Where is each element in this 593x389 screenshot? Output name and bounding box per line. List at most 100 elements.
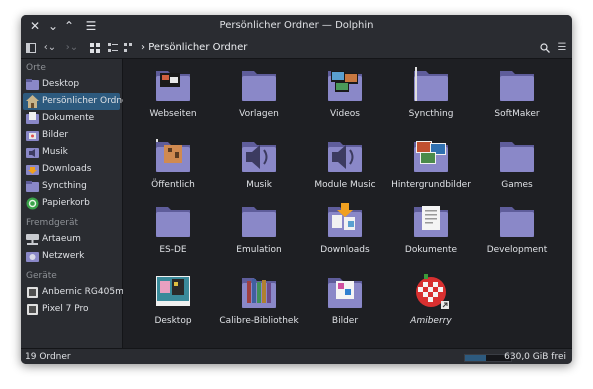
folder-item[interactable]: Bilder [302, 268, 388, 336]
status-bar: 19 Ordner 630,0 GiB frei [21, 348, 572, 364]
desktop-icon [26, 79, 39, 90]
music-icon [26, 148, 39, 158]
documents-icon [26, 112, 39, 124]
folder-item[interactable]: Emulation [216, 197, 302, 265]
folder-downloads-icon [328, 203, 362, 237]
sidebar-item-label: Desktop [42, 79, 80, 89]
sidebar-item-label: Artaeum [42, 234, 81, 244]
file-name: Amiberry [410, 316, 452, 326]
sidebar-item-pixel[interactable]: Pixel 7 Pro [23, 301, 120, 318]
close-icon[interactable]: ✕ [27, 18, 43, 34]
disk-usage-fill [465, 355, 486, 361]
device-icon [27, 287, 38, 298]
folder-item[interactable]: Videos [302, 61, 388, 129]
file-name: Games [501, 180, 533, 190]
sidebar-item-label: Netzwerk [42, 251, 85, 261]
sidebar-item-documents[interactable]: Dokumente [23, 110, 120, 127]
device-icon [27, 304, 38, 315]
file-name: Desktop [154, 316, 192, 326]
forward-icon[interactable]: ›⌄ [65, 39, 79, 56]
folder-item[interactable]: ES-DE [130, 197, 216, 265]
file-name: ES-DE [159, 245, 187, 255]
hamburger-icon[interactable]: ☰ [83, 18, 99, 34]
folder-item[interactable]: Calibre-Bibliothek [216, 268, 302, 336]
file-name: Bilder [331, 316, 359, 326]
titlebar: ✕ ⌄ ⌃ ☰ Persönlicher Ordner — Dolphin [21, 15, 572, 37]
folder-music-icon [242, 142, 276, 172]
folder-desktop-icon [156, 276, 190, 306]
folder-pictures-icon [414, 141, 448, 172]
folder-item[interactable]: Musik [216, 132, 302, 200]
menu-icon[interactable]: ☰ [556, 39, 568, 56]
file-name: Module Music [314, 180, 376, 190]
folder-music-icon [328, 142, 362, 172]
sidebar-item-label: Anbernic RG405m [42, 287, 124, 297]
sidebar-item-pictures[interactable]: Bilder [23, 127, 120, 144]
folder-item[interactable]: Öffentlich [130, 132, 216, 200]
folder-documents-icon [414, 206, 448, 237]
folder-item[interactable]: Dokumente [388, 197, 474, 265]
file-name: SoftMaker [494, 109, 540, 119]
sidebar-item-music[interactable]: Musik [23, 144, 120, 161]
file-view: Webseiten Vorlagen Videos Syncthing Soft… [123, 59, 572, 348]
folder-item[interactable]: Desktop [130, 268, 216, 336]
sidebar-item-label: Papierkorb [42, 198, 90, 208]
file-name: Emulation [236, 245, 282, 255]
breadcrumb[interactable]: › Persönlicher Ordner [141, 39, 247, 56]
folder-books-icon [242, 278, 276, 308]
file-name: Videos [330, 109, 360, 119]
downloads-icon [26, 165, 39, 175]
split-view-icon[interactable] [25, 39, 37, 56]
folder-item[interactable]: Syncthing [388, 61, 474, 129]
chevron-up-icon[interactable]: ⌃ [61, 18, 77, 34]
folder-item[interactable]: Vorlagen [216, 61, 302, 129]
sidebar-item-label: Bilder [42, 130, 69, 140]
free-space: 630,0 GiB frei [504, 352, 566, 362]
file-name: Downloads [320, 245, 370, 255]
folder-item[interactable]: Amiberry [388, 268, 474, 336]
pictures-icon [26, 131, 39, 141]
sidebar-item-desktop[interactable]: Desktop [23, 76, 120, 93]
folder-icon [26, 181, 39, 192]
sidebar-item-label: Downloads [42, 164, 92, 174]
section-title-remote: Fremdgerät [26, 218, 79, 228]
folder-icon [500, 207, 534, 237]
sidebar-item-network[interactable]: Netzwerk [23, 248, 120, 265]
trash-icon [26, 197, 39, 210]
sidebar-item-anbernic[interactable]: Anbernic RG405m [23, 284, 124, 301]
sidebar-item-syncthing[interactable]: Syncthing [23, 178, 120, 195]
file-name: Calibre-Bibliothek [219, 316, 299, 326]
folder-templates-icon [242, 71, 276, 101]
chevron-down-icon[interactable]: ⌄ [45, 18, 61, 34]
file-name: Musik [246, 180, 272, 190]
file-name: Hintergrundbilder [391, 180, 471, 190]
sidebar-item-downloads[interactable]: Downloads [23, 161, 120, 178]
search-icon[interactable] [539, 39, 551, 56]
network-icon [26, 252, 39, 262]
sidebar-item-label: Dokumente [42, 113, 95, 123]
sidebar-item-home[interactable]: Persönlicher Ordner [23, 93, 131, 110]
sidebar-item-trash[interactable]: Papierkorb [23, 195, 120, 212]
details-view-icon[interactable] [107, 39, 119, 56]
folder-item[interactable]: Webseiten [130, 61, 216, 129]
folder-item[interactable]: SoftMaker [474, 61, 560, 129]
folder-public-icon [156, 139, 190, 172]
section-title-orte: Orte [26, 63, 46, 73]
dolphin-window: ✕ ⌄ ⌃ ☰ Persönlicher Ordner — Dolphin ‹⌄… [21, 15, 572, 364]
folder-item[interactable]: Development [474, 197, 560, 265]
sidebar-item-artaeum[interactable]: Artaeum [23, 231, 120, 248]
sidebar-item-label: Pixel 7 Pro [42, 304, 89, 314]
network-drive-icon [26, 234, 39, 245]
back-icon[interactable]: ‹⌄ [43, 39, 57, 56]
folder-count: 19 Ordner [25, 352, 71, 362]
folder-item[interactable]: Downloads [302, 197, 388, 265]
icons-view-icon[interactable] [89, 39, 101, 56]
folder-item[interactable]: Games [474, 132, 560, 200]
sidebar-item-label: Persönlicher Ordner [42, 96, 132, 106]
home-icon [26, 95, 39, 108]
folder-item[interactable]: Module Music [302, 132, 388, 200]
breadcrumb-home[interactable]: Persönlicher Ordner [148, 42, 247, 53]
folder-icon [500, 71, 534, 101]
folder-item[interactable]: Hintergrundbilder [388, 132, 474, 200]
compact-view-icon[interactable] [123, 39, 135, 56]
